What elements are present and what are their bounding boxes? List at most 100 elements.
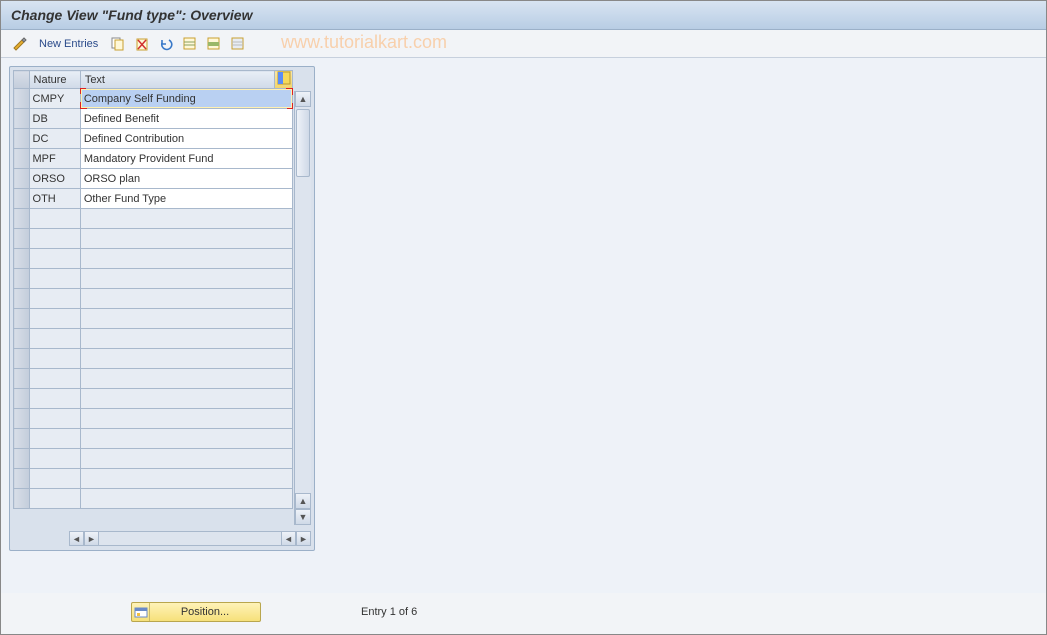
cell-nature[interactable] bbox=[29, 469, 80, 489]
vertical-scrollbar[interactable]: ▲ ▲ ▼ bbox=[294, 91, 311, 525]
cell-nature[interactable] bbox=[29, 409, 80, 429]
row-selector[interactable] bbox=[14, 109, 30, 129]
row-selector[interactable] bbox=[14, 369, 30, 389]
cell-text[interactable] bbox=[80, 209, 292, 229]
row-selector[interactable] bbox=[14, 89, 30, 109]
new-entries-button[interactable]: New Entries bbox=[35, 38, 102, 50]
cell-nature[interactable] bbox=[29, 349, 80, 369]
cell-nature[interactable] bbox=[29, 209, 80, 229]
cell-nature[interactable] bbox=[29, 289, 80, 309]
cell-text[interactable]: ORSO plan bbox=[80, 169, 292, 189]
cell-nature[interactable] bbox=[29, 449, 80, 469]
cell-nature[interactable]: OTH bbox=[29, 189, 80, 209]
horizontal-scrollbar: ◄ ► ◄ ► bbox=[13, 530, 311, 547]
row-selector[interactable] bbox=[14, 329, 30, 349]
scroll-up-icon[interactable]: ▲ bbox=[295, 91, 311, 107]
row-selector[interactable] bbox=[14, 489, 30, 509]
row-selector[interactable] bbox=[14, 469, 30, 489]
position-button[interactable]: Position... bbox=[131, 602, 261, 622]
copy-icon[interactable] bbox=[108, 35, 126, 53]
cell-text[interactable] bbox=[80, 329, 292, 349]
horizontal-scroll-track[interactable] bbox=[99, 531, 281, 546]
table-row bbox=[14, 409, 293, 429]
toggle-display-change-icon[interactable] bbox=[11, 35, 29, 53]
cell-nature[interactable]: DC bbox=[29, 129, 80, 149]
cell-nature[interactable] bbox=[29, 309, 80, 329]
row-selector[interactable] bbox=[14, 309, 30, 329]
cell-nature[interactable] bbox=[29, 249, 80, 269]
table-row bbox=[14, 229, 293, 249]
cell-text[interactable] bbox=[80, 309, 292, 329]
cell-text[interactable] bbox=[80, 389, 292, 409]
cell-text[interactable] bbox=[80, 349, 292, 369]
cell-text[interactable] bbox=[80, 249, 292, 269]
cell-text[interactable]: Other Fund Type bbox=[80, 189, 292, 209]
cell-text[interactable] bbox=[80, 369, 292, 389]
select-all-icon[interactable] bbox=[180, 35, 198, 53]
cell-nature[interactable] bbox=[29, 389, 80, 409]
row-selector[interactable] bbox=[14, 349, 30, 369]
row-selector[interactable] bbox=[14, 389, 30, 409]
table-row bbox=[14, 289, 293, 309]
row-selector[interactable] bbox=[14, 269, 30, 289]
cell-text[interactable] bbox=[80, 289, 292, 309]
vertical-scroll-track[interactable] bbox=[295, 107, 311, 493]
cell-nature[interactable]: ORSO bbox=[29, 169, 80, 189]
scroll-right-step-icon[interactable]: ► bbox=[84, 531, 99, 546]
cell-text[interactable] bbox=[80, 409, 292, 429]
cell-nature[interactable] bbox=[29, 229, 80, 249]
row-selector[interactable] bbox=[14, 169, 30, 189]
row-selector[interactable] bbox=[14, 229, 30, 249]
column-header-text[interactable]: Text bbox=[80, 71, 274, 89]
row-selector[interactable] bbox=[14, 189, 30, 209]
column-header-nature[interactable]: Nature bbox=[29, 71, 80, 89]
row-selector[interactable] bbox=[14, 289, 30, 309]
select-block-icon[interactable] bbox=[204, 35, 222, 53]
table-row: MPFMandatory Provident Fund bbox=[14, 149, 293, 169]
footer-bar: Position... Entry 1 of 6 bbox=[1, 600, 1046, 624]
cell-text[interactable]: Defined Benefit bbox=[80, 109, 292, 129]
row-selector[interactable] bbox=[14, 209, 30, 229]
scroll-left-step2-icon[interactable]: ◄ bbox=[281, 531, 296, 546]
table-row bbox=[14, 269, 293, 289]
row-selector[interactable] bbox=[14, 129, 30, 149]
position-icon bbox=[132, 603, 150, 621]
cell-nature[interactable] bbox=[29, 369, 80, 389]
cell-text[interactable]: Company Self Funding bbox=[80, 89, 292, 109]
scroll-right-icon[interactable]: ► bbox=[296, 531, 311, 546]
cell-text[interactable] bbox=[80, 229, 292, 249]
cell-text[interactable] bbox=[80, 269, 292, 289]
cell-text[interactable] bbox=[80, 429, 292, 449]
cell-text[interactable] bbox=[80, 469, 292, 489]
cell-nature[interactable] bbox=[29, 329, 80, 349]
entry-status: Entry 1 of 6 bbox=[361, 606, 417, 618]
row-selector[interactable] bbox=[14, 429, 30, 449]
undo-icon[interactable] bbox=[156, 35, 174, 53]
cell-nature[interactable]: MPF bbox=[29, 149, 80, 169]
cell-text[interactable]: Mandatory Provident Fund bbox=[80, 149, 292, 169]
table-row bbox=[14, 309, 293, 329]
table-row bbox=[14, 369, 293, 389]
row-selector[interactable] bbox=[14, 409, 30, 429]
scroll-left-icon[interactable]: ◄ bbox=[69, 531, 84, 546]
row-selector[interactable] bbox=[14, 149, 30, 169]
table-row bbox=[14, 429, 293, 449]
scroll-down-icon[interactable]: ▼ bbox=[295, 509, 311, 525]
delete-icon[interactable] bbox=[132, 35, 150, 53]
deselect-all-icon[interactable] bbox=[228, 35, 246, 53]
vertical-scroll-thumb[interactable] bbox=[296, 109, 310, 177]
cell-nature[interactable] bbox=[29, 429, 80, 449]
cell-text[interactable] bbox=[80, 489, 292, 509]
titlebar: Change View "Fund type": Overview bbox=[1, 1, 1046, 30]
cell-text[interactable] bbox=[80, 449, 292, 469]
row-selector[interactable] bbox=[14, 249, 30, 269]
cell-nature[interactable]: DB bbox=[29, 109, 80, 129]
table-config-icon[interactable] bbox=[275, 71, 293, 89]
row-selector[interactable] bbox=[14, 449, 30, 469]
scroll-down-page-icon[interactable]: ▲ bbox=[295, 493, 311, 509]
cell-text[interactable]: Defined Contribution bbox=[80, 129, 292, 149]
cell-nature[interactable] bbox=[29, 269, 80, 289]
row-selector-header[interactable] bbox=[14, 71, 30, 89]
cell-nature[interactable]: CMPY bbox=[29, 89, 80, 109]
cell-nature[interactable] bbox=[29, 489, 80, 509]
